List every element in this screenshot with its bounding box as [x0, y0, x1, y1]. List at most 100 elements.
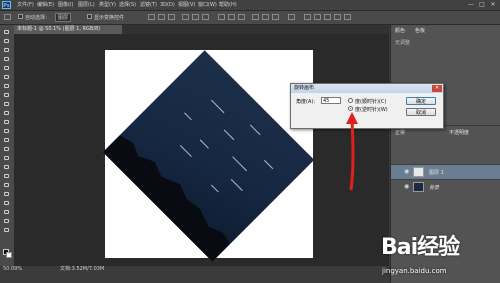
- auto-align-icon[interactable]: [288, 14, 295, 20]
- 3d-pan-icon[interactable]: [324, 14, 331, 20]
- distribute-right-icon[interactable]: [272, 14, 279, 20]
- auto-select-target[interactable]: 图层: [55, 13, 72, 22]
- screen-mode-icon[interactable]: [3, 227, 11, 233]
- menu-filter[interactable]: 滤镜(T): [140, 1, 157, 9]
- clockwise-label[interactable]: 度(顺时针)(C): [355, 98, 386, 105]
- layer-thumbnail: [413, 182, 424, 192]
- zoom-tool-icon[interactable]: [3, 200, 11, 206]
- menu-bar: Ps 文件(F) 编辑(E) 图像(I) 图层(L) 类型(Y) 选择(S) 滤…: [0, 0, 500, 11]
- 3d-scale-icon[interactable]: [344, 14, 351, 20]
- move-tool-icon[interactable]: [4, 14, 11, 20]
- menu-window[interactable]: 窗口(W): [198, 1, 217, 9]
- menu-layer[interactable]: 图层(L): [78, 1, 95, 9]
- layer-row-background[interactable]: ◉ 背景: [391, 179, 500, 194]
- angle-label: 角度(A):: [296, 99, 316, 105]
- menu-image[interactable]: 图像(I): [58, 1, 73, 9]
- star-trail: [199, 139, 209, 149]
- opacity-label: 不透明度: [449, 130, 470, 136]
- menu-select[interactable]: 选择(S): [119, 1, 136, 9]
- distribute-top-icon[interactable]: [218, 14, 225, 20]
- 3d-roll-icon[interactable]: [314, 14, 321, 20]
- align-right-icon[interactable]: [202, 14, 209, 20]
- blur-tool-icon[interactable]: [3, 137, 11, 143]
- eye-icon[interactable]: ◉: [404, 184, 409, 190]
- options-bar: 自动选择： 图层 显示变换控件: [0, 11, 500, 25]
- align-left-icon[interactable]: [182, 14, 189, 20]
- quick-select-tool-icon[interactable]: [3, 56, 11, 62]
- move-tool-icon[interactable]: [3, 29, 11, 35]
- show-transform-label: 显示变换控件: [94, 15, 125, 21]
- tools-panel: [0, 25, 15, 273]
- star-trail: [249, 124, 261, 136]
- shape-tool-icon[interactable]: [3, 182, 11, 188]
- align-bottom-icon[interactable]: [168, 14, 175, 20]
- minimize-button[interactable]: —: [466, 1, 476, 9]
- auto-select-checkbox[interactable]: [18, 14, 23, 19]
- document-tab[interactable]: 未标题-1 @ 50.1% (图层 1, RGB/8): [14, 25, 122, 34]
- star-trail: [223, 129, 235, 141]
- layer-name: 背景: [429, 185, 440, 191]
- clone-stamp-tool-icon[interactable]: [3, 101, 11, 107]
- gradient-tool-icon[interactable]: [3, 128, 11, 134]
- dodge-tool-icon[interactable]: [3, 146, 11, 152]
- history-brush-tool-icon[interactable]: [3, 110, 11, 116]
- align-center-icon[interactable]: [192, 14, 199, 20]
- dialog-title: 旋转画布: [294, 85, 315, 91]
- distribute-center-icon[interactable]: [262, 14, 269, 20]
- dialog-titlebar: 旋转画布 ✕: [291, 84, 443, 93]
- eye-icon[interactable]: ◉: [404, 169, 409, 175]
- menu-edit[interactable]: 编辑(E): [37, 1, 54, 9]
- healing-tool-icon[interactable]: [3, 83, 11, 89]
- eraser-tool-icon[interactable]: [3, 119, 11, 125]
- document-info: 文档:3.52M/7.03M: [60, 266, 105, 272]
- tab-swatches[interactable]: 色板: [415, 27, 425, 34]
- type-tool-icon[interactable]: [3, 164, 11, 170]
- photoshop-logo: Ps: [2, 1, 11, 9]
- menu-file[interactable]: 文件(F): [17, 1, 34, 9]
- distribute-left-icon[interactable]: [252, 14, 259, 20]
- align-middle-icon[interactable]: [158, 14, 165, 20]
- tab-color[interactable]: 颜色: [395, 27, 405, 34]
- star-trail: [264, 159, 274, 170]
- close-button[interactable]: ✕: [488, 1, 498, 9]
- layer-row-1[interactable]: ◉ 图层 1: [391, 164, 500, 179]
- auto-select-label: 自动选择：: [25, 15, 51, 21]
- brush-tool-icon[interactable]: [3, 92, 11, 98]
- panel-subtitle: 无调整: [395, 40, 411, 46]
- blend-mode-select[interactable]: 正常: [395, 129, 405, 136]
- cancel-button[interactable]: 取消: [406, 108, 436, 116]
- dialog-close-icon[interactable]: ✕: [432, 85, 442, 92]
- show-transform-checkbox[interactable]: [87, 14, 92, 19]
- clockwise-radio[interactable]: [348, 98, 353, 103]
- eyedropper-tool-icon[interactable]: [3, 74, 11, 80]
- star-trail: [210, 184, 219, 193]
- menu-3d[interactable]: 3D(D): [160, 1, 175, 9]
- crop-tool-icon[interactable]: [3, 65, 11, 71]
- 3d-rotate-icon[interactable]: [304, 14, 311, 20]
- 3d-tool-icon[interactable]: [3, 209, 11, 215]
- star-trail: [184, 112, 192, 121]
- marquee-tool-icon[interactable]: [3, 38, 11, 44]
- maximize-button[interactable]: □: [477, 1, 487, 9]
- menu-help[interactable]: 帮助(H): [219, 1, 237, 9]
- counterclockwise-radio[interactable]: [348, 106, 353, 111]
- hand-tool-icon[interactable]: [3, 191, 11, 197]
- distribute-middle-icon[interactable]: [228, 14, 235, 20]
- 3d-slide-icon[interactable]: [334, 14, 341, 20]
- pen-tool-icon[interactable]: [3, 155, 11, 161]
- lasso-tool-icon[interactable]: [3, 47, 11, 53]
- distribute-bottom-icon[interactable]: [238, 14, 245, 20]
- background-color-swatch[interactable]: [6, 252, 12, 258]
- align-top-icon[interactable]: [148, 14, 155, 20]
- zoom-level[interactable]: 50.09%: [3, 266, 22, 273]
- path-select-tool-icon[interactable]: [3, 173, 11, 179]
- baidu-jingyan-watermark: Bai经验: [381, 235, 460, 260]
- angle-input[interactable]: 45: [321, 97, 341, 104]
- watermark-url: jingyan.baidu.com: [382, 267, 447, 275]
- star-trail: [210, 99, 225, 114]
- menu-view[interactable]: 视图(V): [178, 1, 195, 9]
- menu-type[interactable]: 类型(Y): [99, 1, 116, 9]
- quick-mask-icon[interactable]: [3, 218, 11, 224]
- ok-button[interactable]: 确定: [406, 97, 436, 105]
- star-trail: [230, 178, 243, 192]
